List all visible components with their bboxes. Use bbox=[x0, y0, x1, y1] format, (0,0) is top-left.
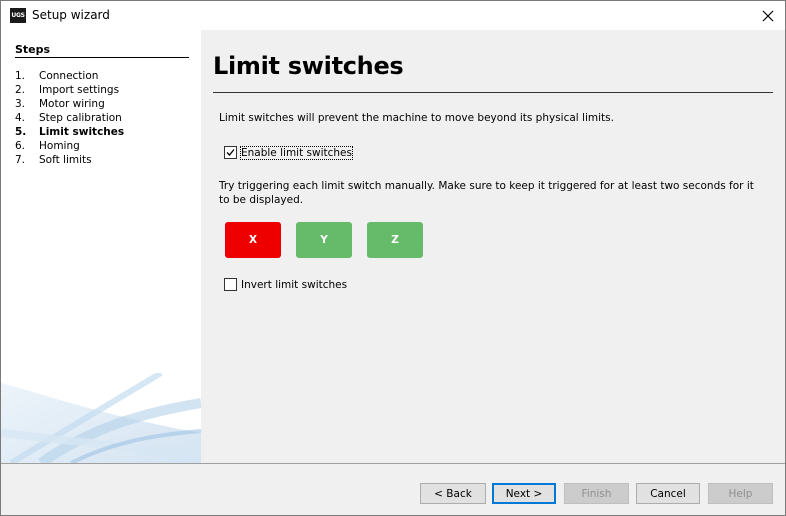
page-title: Limit switches bbox=[213, 52, 404, 80]
window-title: Setup wizard bbox=[32, 8, 110, 22]
invert-limit-switches-label[interactable]: Invert limit switches bbox=[241, 279, 347, 291]
step-item-motor-wiring: 3. Motor wiring bbox=[15, 98, 105, 110]
step-item-import-settings: 2. Import settings bbox=[15, 84, 120, 96]
limit-switch-z-indicator: Z bbox=[367, 222, 423, 258]
trigger-instructions: Try triggering each limit switch manuall… bbox=[219, 180, 754, 206]
next-button[interactable]: Next > bbox=[492, 483, 556, 504]
enable-limit-switches-label[interactable]: Enable limit switches bbox=[240, 145, 353, 160]
back-button[interactable]: < Back bbox=[420, 483, 486, 504]
limit-switch-x-indicator: X bbox=[225, 222, 281, 258]
checkmark-icon bbox=[226, 149, 235, 156]
decorative-swoosh-graphic bbox=[1, 373, 201, 463]
limit-switch-y-indicator: Y bbox=[296, 222, 352, 258]
button-bar: < Back Next > Finish Cancel Help bbox=[1, 463, 785, 515]
step-item-connection: 1. Connection bbox=[15, 70, 99, 82]
enable-limit-switches-checkbox[interactable]: Enable limit switches bbox=[224, 145, 353, 160]
step-item-limit-switches: 5. Limit switches bbox=[15, 126, 125, 138]
close-button[interactable] bbox=[751, 1, 785, 30]
close-icon bbox=[762, 10, 774, 21]
finish-button[interactable]: Finish bbox=[564, 483, 629, 504]
cancel-button[interactable]: Cancel bbox=[636, 483, 700, 504]
main-content: Limit switches Limit switches will preve… bbox=[201, 30, 784, 463]
steps-divider bbox=[15, 57, 189, 58]
steps-heading: Steps bbox=[15, 43, 51, 56]
step-item-homing: 6. Homing bbox=[15, 140, 80, 152]
title-divider bbox=[213, 92, 773, 93]
help-button[interactable]: Help bbox=[708, 483, 773, 504]
setup-wizard-window: UGS Setup wizard Steps 1. Connection 2. Im… bbox=[0, 0, 786, 516]
step-item-step-calibration: 4. Step calibration bbox=[15, 112, 122, 124]
limit-switch-indicators: X Y Z bbox=[225, 222, 423, 258]
steps-sidebar: Steps 1. Connection 2. Import settings 3. M… bbox=[1, 30, 201, 463]
steps-list: 1. Connection 2. Import settings 3. Motor w… bbox=[15, 69, 124, 167]
checkbox-box[interactable] bbox=[224, 146, 237, 159]
checkbox-box[interactable] bbox=[224, 278, 237, 291]
invert-limit-switches-checkbox[interactable]: Invert limit switches bbox=[224, 278, 347, 291]
ugs-app-icon: UGS bbox=[10, 8, 26, 23]
description-text: Limit switches will prevent the machine … bbox=[219, 112, 614, 124]
step-item-soft-limits: 7. Soft limits bbox=[15, 154, 92, 166]
title-bar: UGS Setup wizard bbox=[1, 1, 785, 30]
